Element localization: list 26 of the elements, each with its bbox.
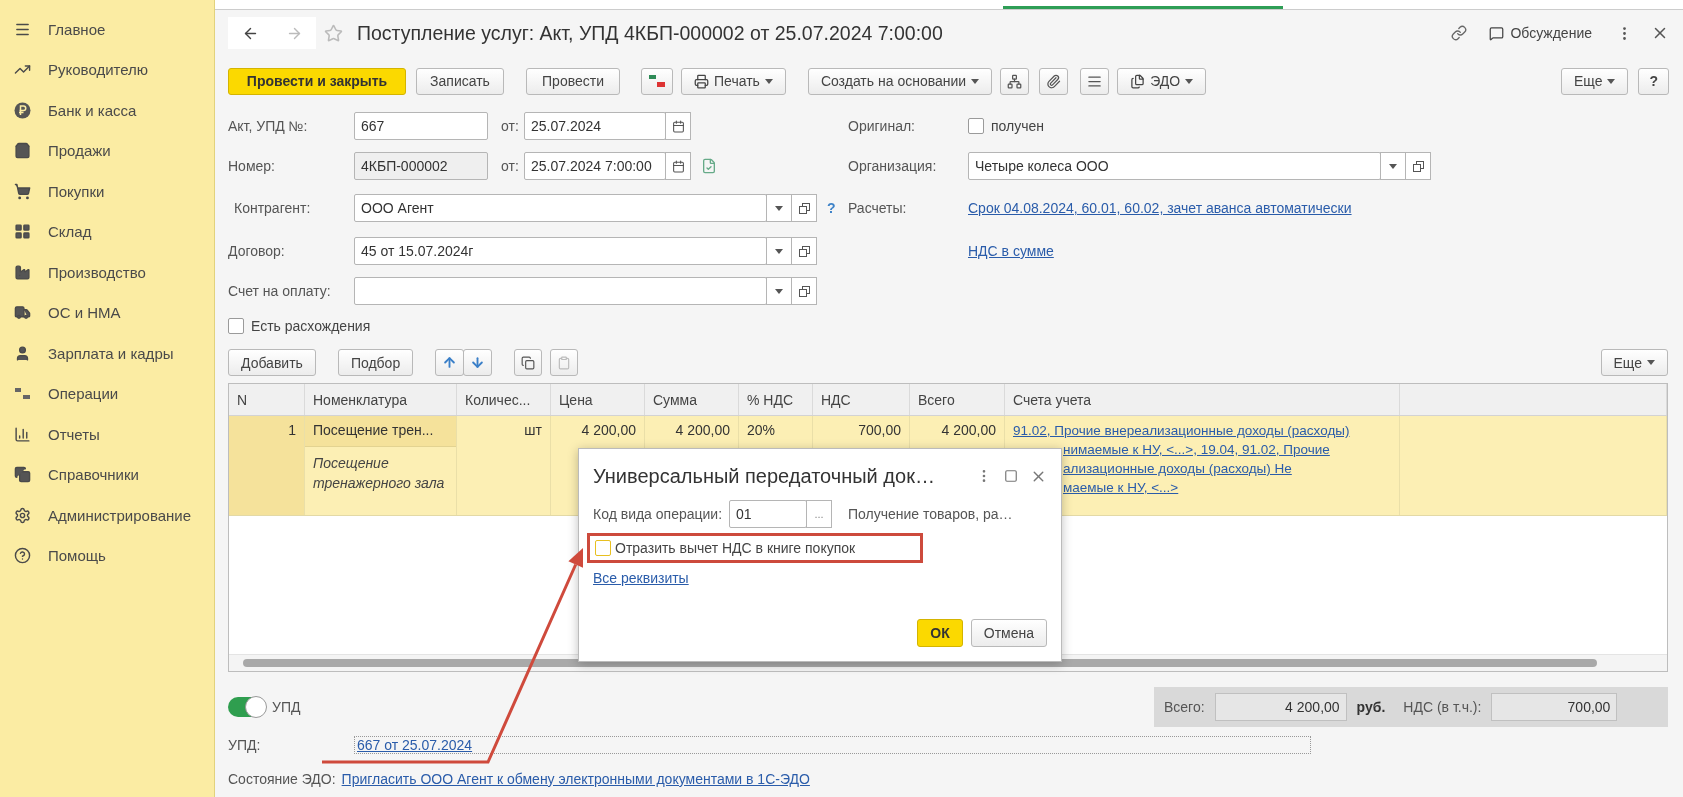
checkbox-label: получен	[991, 118, 1045, 134]
total-label: Всего:	[1164, 699, 1205, 715]
field-label: Состояние ЭДО:	[228, 770, 336, 787]
field-label: Организация:	[848, 158, 938, 174]
field-label: Акт, УПД №:	[228, 118, 309, 134]
field-label: УПД:	[228, 737, 262, 753]
field-label: Контрагент:	[233, 200, 312, 216]
total-field: 4 200,00	[1214, 693, 1347, 721]
window-title: Поступление услуг: Акт, УПД 4КБП-000002 от 25.07.2024 7:00:00	[357, 21, 943, 45]
field-label: Оригинал:	[848, 118, 916, 134]
table-cell: 1	[229, 416, 305, 515]
currency-label: руб.	[1356, 699, 1386, 715]
field-label: Расчеты:	[848, 200, 908, 216]
table-cell: Посещение трен...	[305, 416, 456, 447]
table-cell-text: Посещение тренажерного зала	[312, 454, 446, 493]
vat-total-field: 700,00	[1491, 693, 1618, 721]
checkbox-label: Есть расхождения	[251, 318, 371, 334]
table-cell: шт	[457, 416, 551, 515]
checkbox-label: Отразить вычет НДС в книге покупок	[615, 540, 856, 556]
toggle-label: УПД	[271, 699, 301, 715]
field-label: Номер:	[228, 158, 276, 174]
vat-total-label: НДС (в т.ч.):	[1403, 699, 1482, 715]
field-label: от:	[500, 158, 520, 174]
field-label: от:	[500, 118, 520, 134]
field-label: Договор:	[228, 243, 286, 259]
field-label: Счет на оплату:	[228, 283, 332, 299]
